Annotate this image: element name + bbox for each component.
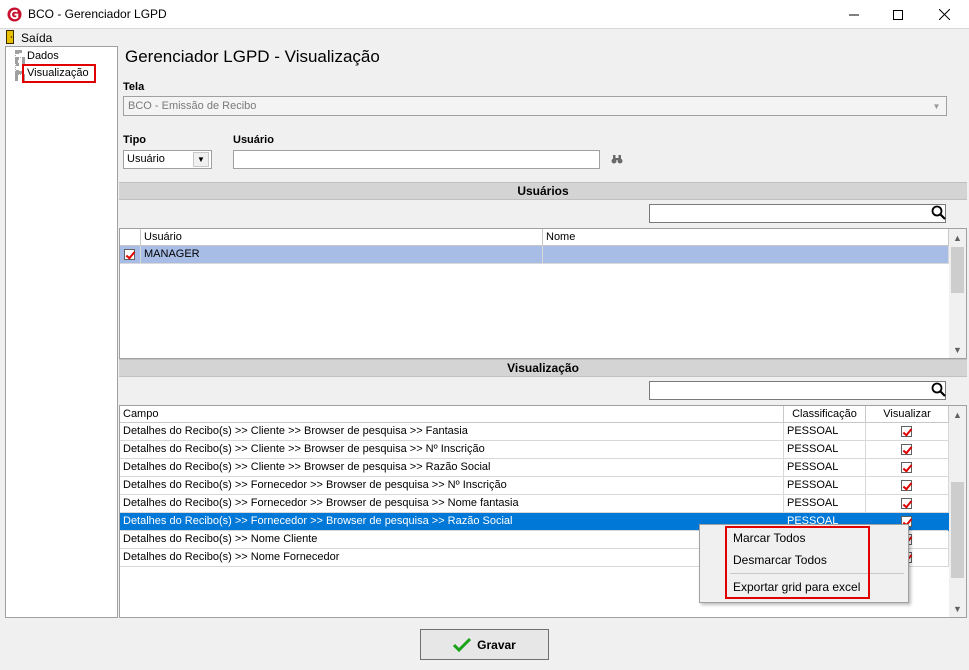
grid-header-campo[interactable]: Campo — [120, 406, 784, 423]
usuarios-search-input[interactable] — [649, 204, 946, 223]
cell-classificacao: PESSOAL — [784, 441, 866, 459]
cell-campo: Detalhes do Recibo(s) >> Nome Fornecedor — [120, 549, 784, 567]
cell-campo: Detalhes do Recibo(s) >> Cliente >> Brow… — [120, 459, 784, 477]
maximize-button[interactable] — [875, 0, 921, 29]
search-icon[interactable] — [930, 381, 948, 399]
visualizar-checkbox[interactable] — [901, 462, 912, 473]
table-row[interactable]: Detalhes do Recibo(s) >> Cliente >> Brow… — [120, 423, 949, 441]
scroll-thumb[interactable] — [951, 482, 964, 578]
cell-nome — [543, 246, 949, 264]
cell-campo: Detalhes do Recibo(s) >> Fornecedor >> B… — [120, 513, 784, 531]
table-row[interactable]: Detalhes do Recibo(s) >> Cliente >> Brow… — [120, 459, 949, 477]
tipo-label: Tipo — [123, 134, 147, 146]
cell-visualizar — [866, 423, 949, 441]
cell-visualizar — [866, 459, 949, 477]
cell-campo: Detalhes do Recibo(s) >> Cliente >> Brow… — [120, 423, 784, 441]
window-title: BCO - Gerenciador LGPD — [28, 7, 167, 21]
tree-item-dados[interactable]: Dados — [27, 50, 59, 62]
table-row[interactable]: MANAGER — [120, 246, 949, 264]
chevron-up-icon[interactable]: ▲ — [949, 229, 966, 246]
visualizar-checkbox[interactable] — [901, 480, 912, 491]
grid-header-classificacao[interactable]: Classificação — [784, 406, 866, 423]
chevron-down-icon[interactable]: ▼ — [949, 600, 966, 617]
visualizacao-section-header: Visualização — [119, 359, 967, 377]
cell-classificacao: PESSOAL — [784, 459, 866, 477]
highlight-annotation — [22, 64, 96, 83]
exit-door-icon — [6, 30, 14, 44]
cell-campo: Detalhes do Recibo(s) >> Fornecedor >> B… — [120, 495, 784, 513]
row-checkbox[interactable] — [124, 249, 135, 260]
cell-classificacao: PESSOAL — [784, 423, 866, 441]
table-row[interactable]: Detalhes do Recibo(s) >> Fornecedor >> B… — [120, 495, 949, 513]
close-icon — [938, 9, 950, 20]
menu-saida[interactable]: Saída — [21, 31, 52, 45]
table-row[interactable]: Detalhes do Recibo(s) >> Fornecedor >> B… — [120, 477, 949, 495]
visualizar-checkbox[interactable] — [901, 444, 912, 455]
chevron-up-icon[interactable]: ▲ — [949, 406, 966, 423]
scroll-thumb[interactable] — [951, 247, 964, 293]
visualizar-checkbox[interactable] — [901, 426, 912, 437]
grid-header-visualizar[interactable]: Visualizar — [866, 406, 949, 423]
menu-bar — [0, 29, 969, 46]
maximize-icon — [893, 9, 903, 20]
minimize-button[interactable] — [831, 0, 877, 29]
binoculars-icon[interactable] — [611, 155, 623, 164]
tree-connector — [15, 50, 19, 74]
chevron-down-icon[interactable]: ▼ — [949, 341, 966, 358]
visualizacao-search-input[interactable] — [649, 381, 946, 400]
grid-header-check — [120, 229, 141, 246]
cell-classificacao: PESSOAL — [784, 495, 866, 513]
usuario-input[interactable] — [233, 150, 600, 169]
tela-label: Tela — [123, 81, 145, 93]
close-button[interactable] — [921, 0, 967, 29]
usuarios-scrollbar[interactable]: ▲ ▼ — [949, 229, 966, 358]
chevron-down-icon: ▼ — [932, 101, 941, 111]
gravar-label: Gravar — [477, 637, 516, 652]
cell-visualizar — [866, 441, 949, 459]
cell-visualizar — [866, 477, 949, 495]
cell-campo: Detalhes do Recibo(s) >> Cliente >> Brow… — [120, 441, 784, 459]
tipo-value: Usuário — [127, 153, 165, 165]
visualizar-checkbox[interactable] — [901, 498, 912, 509]
gravar-button[interactable]: Gravar — [420, 629, 549, 660]
tela-select[interactable]: BCO - Emissão de Recibo — [123, 96, 947, 116]
cell-classificacao: PESSOAL — [784, 477, 866, 495]
highlight-annotation — [725, 526, 870, 599]
visualizacao-scrollbar[interactable]: ▲ ▼ — [949, 406, 966, 617]
tree-connector — [15, 57, 25, 61]
usuarios-grid: Usuário Nome MANAGER ▲ ▼ — [119, 228, 967, 359]
row-check-cell — [120, 246, 141, 264]
cell-campo: Detalhes do Recibo(s) >> Fornecedor >> B… — [120, 477, 784, 495]
grid-header-nome[interactable]: Nome — [543, 229, 949, 246]
grid-header-usuario[interactable]: Usuário — [141, 229, 543, 246]
search-icon[interactable] — [930, 204, 948, 222]
chevron-down-icon[interactable]: ▼ — [193, 152, 209, 167]
cell-campo: Detalhes do Recibo(s) >> Nome Cliente — [120, 531, 784, 549]
navigation-tree — [5, 46, 118, 618]
cell-usuario: MANAGER — [141, 246, 543, 264]
page-title: Gerenciador LGPD - Visualização — [125, 47, 380, 66]
minimize-icon — [849, 14, 859, 15]
usuarios-section-header: Usuários — [119, 182, 967, 200]
table-row[interactable]: Detalhes do Recibo(s) >> Cliente >> Brow… — [120, 441, 949, 459]
checkmark-icon — [453, 637, 472, 652]
app-logo-icon — [7, 7, 22, 22]
usuario-label: Usuário — [233, 134, 274, 146]
cell-visualizar — [866, 495, 949, 513]
